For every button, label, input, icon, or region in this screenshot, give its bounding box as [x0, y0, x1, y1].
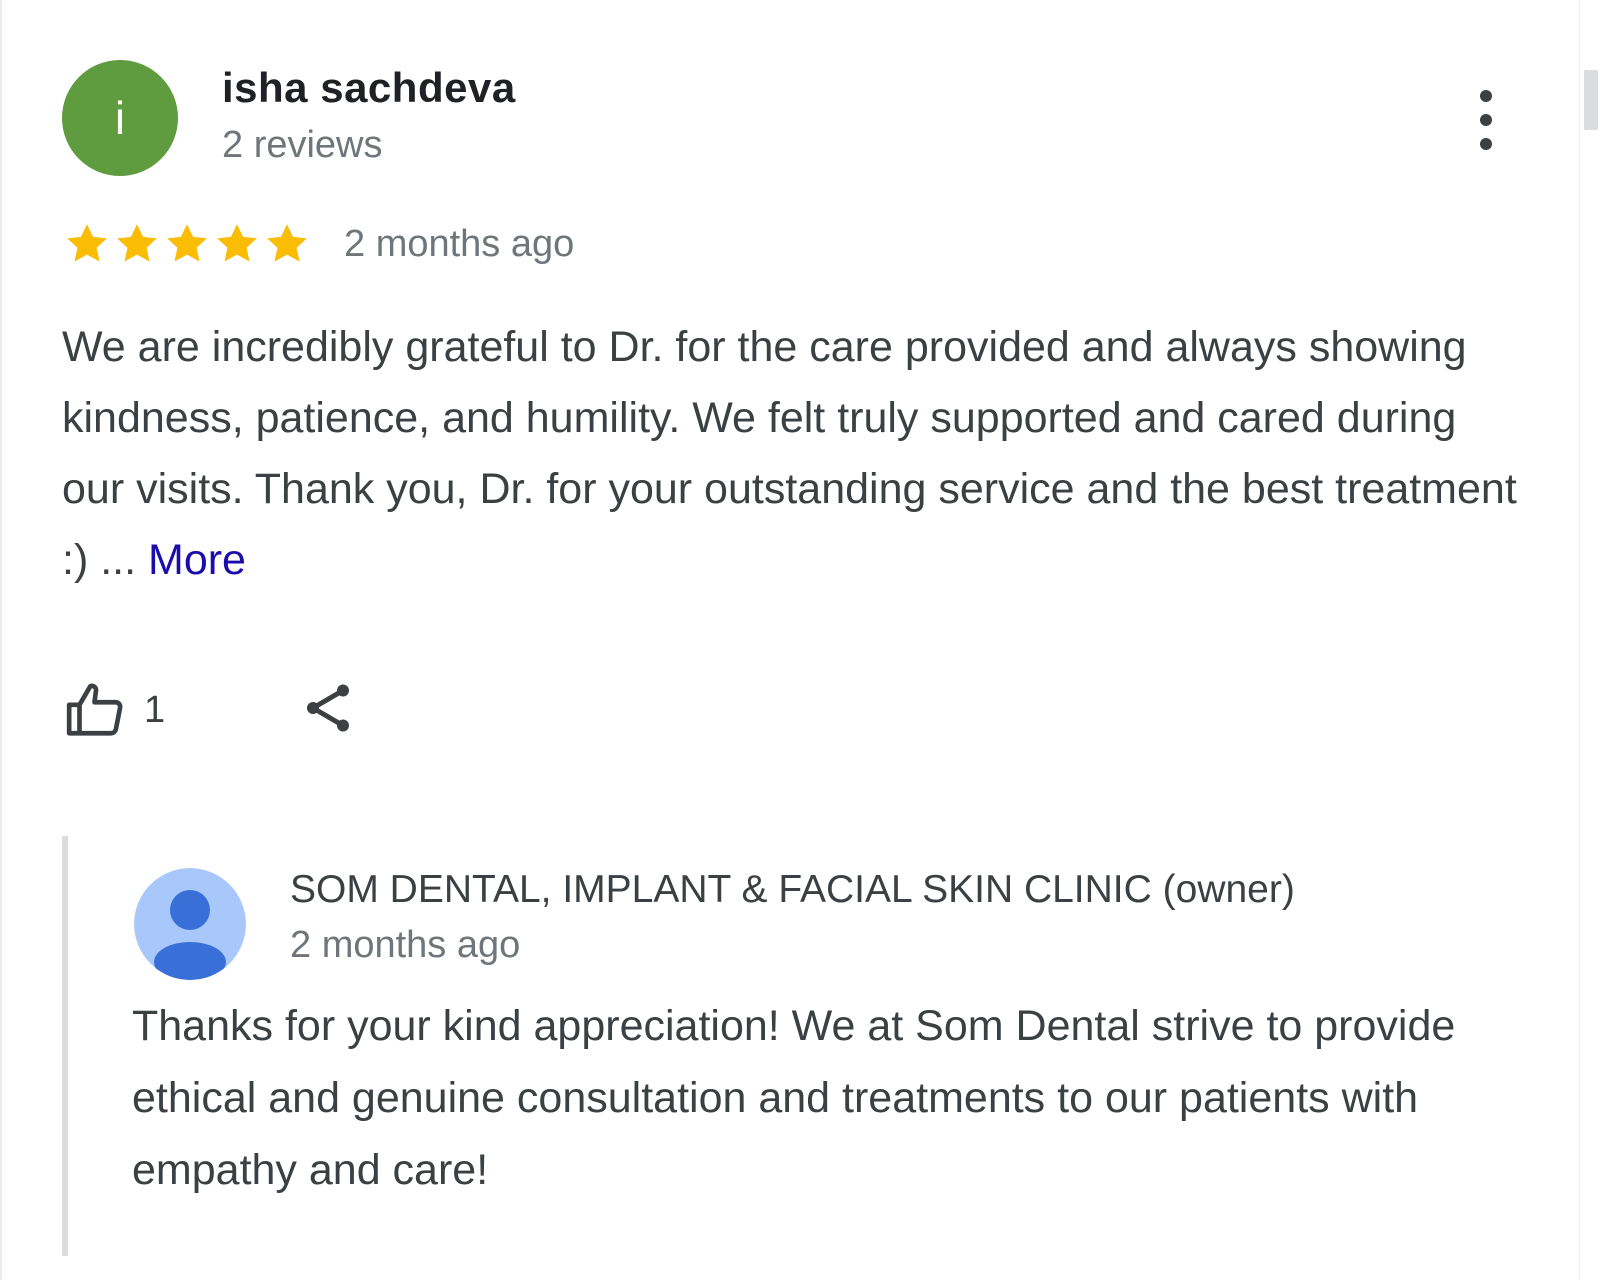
star-icon: [117, 224, 157, 262]
more-vert-icon: [1480, 114, 1492, 126]
person-icon: [134, 868, 246, 980]
reviewer-avatar[interactable]: i: [62, 60, 178, 176]
rating-row: 2 months ago: [62, 216, 574, 272]
share-button[interactable]: [298, 678, 358, 738]
review-card: i isha sachdeva 2 reviews 2 months ago W…: [0, 0, 1580, 1280]
more-vert-icon: [1480, 90, 1492, 102]
review-time: 2 months ago: [344, 222, 575, 265]
star-icon: [217, 224, 257, 262]
more-options-button[interactable]: [1456, 80, 1516, 160]
share-icon: [307, 684, 349, 732]
owner-reply-text: Thanks for your kind appreciation! We at…: [132, 1002, 1456, 1194]
more-vert-icon: [1480, 138, 1492, 150]
like-button[interactable]: 1: [62, 680, 165, 740]
owner-avatar: [134, 868, 246, 980]
reviewer-review-count[interactable]: 2 reviews: [222, 124, 383, 167]
star-icon: [67, 224, 107, 262]
owner-name: SOM DENTAL, IMPLANT & FACIAL SKIN CLINIC…: [290, 868, 1295, 911]
thumbs-up-icon: [66, 683, 123, 736]
reviewer-name[interactable]: isha sachdeva: [222, 64, 516, 112]
review-text: We are incredibly grateful to Dr. for th…: [62, 312, 1522, 596]
star-rating: [62, 219, 312, 269]
more-link[interactable]: More: [148, 536, 246, 584]
scrollbar[interactable]: [1579, 0, 1600, 1280]
like-count: 1: [144, 688, 166, 731]
review-body: We are incredibly grateful to Dr. for th…: [62, 323, 1517, 584]
reviewer-avatar-letter: i: [114, 92, 126, 144]
star-icon: [267, 224, 307, 262]
owner-response: SOM DENTAL, IMPLANT & FACIAL SKIN CLINIC…: [62, 836, 1532, 1256]
star-icon: [167, 224, 207, 262]
owner-response-time: 2 months ago: [290, 924, 521, 966]
scrollbar-thumb[interactable]: [1584, 70, 1598, 130]
